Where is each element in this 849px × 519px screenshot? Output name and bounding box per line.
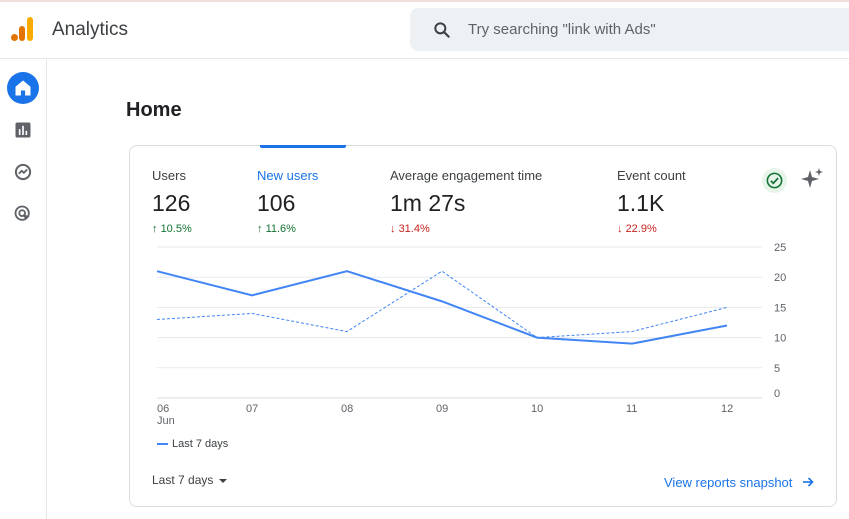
metric-users[interactable]: Users 126 ↑ 10.5%: [152, 168, 192, 235]
data-quality-button[interactable]: [762, 168, 787, 193]
search-placeholder[interactable]: Try searching "link with Ads": [468, 21, 656, 38]
metric-value: 106: [257, 190, 296, 216]
arrow-up-icon: ↑: [257, 223, 263, 235]
series-line-previous: [156, 270, 728, 339]
arrow-right-icon: [803, 477, 814, 487]
nav-reports[interactable]: [7, 114, 39, 146]
x-tick-label: 06: [157, 403, 169, 415]
legend-label: Last 7 days: [172, 438, 229, 450]
metric-value: 126: [152, 190, 191, 216]
nav-home[interactable]: [7, 72, 39, 104]
y-tick-label: 20: [774, 272, 786, 284]
advertising-icon: [14, 205, 30, 221]
metric-delta: ↑ 11.6%: [257, 223, 318, 235]
caret-down-icon: [219, 478, 228, 483]
y-tick-label: 10: [774, 333, 786, 345]
x-tick-label: 11: [626, 403, 637, 415]
snapshot-link-label: View reports snapshot: [664, 475, 793, 490]
metric-label: New users: [257, 168, 319, 183]
view-reports-snapshot-link[interactable]: View reports snapshot: [664, 475, 814, 490]
metric-delta-value: 10.5%: [160, 223, 192, 235]
x-tick-label: 07: [246, 403, 258, 415]
y-tick-label: 5: [774, 363, 780, 375]
search-icon: [434, 22, 450, 38]
metric-engagement-time[interactable]: Average engagement time 1m 27s ↓ 31.4%: [390, 168, 542, 235]
metric-delta: ↓ 31.4%: [390, 223, 542, 235]
series-line-last-7-days: [156, 270, 728, 345]
home-icon: [15, 80, 31, 96]
metric-value: 1m 27s: [390, 190, 466, 216]
x-tick-label: 10: [531, 403, 543, 415]
side-navigation: [0, 60, 47, 519]
sparkle-insights-icon[interactable]: [800, 167, 824, 191]
overview-card: Users 126 ↑ 10.5% New users 106 ↑ 11.6% …: [129, 145, 837, 507]
metric-value: 1.1K: [617, 190, 665, 216]
metric-delta-value: 22.9%: [625, 223, 657, 235]
y-tick-label: 15: [774, 302, 786, 314]
app-title: Analytics: [52, 19, 129, 40]
x-tick-label: 09: [436, 403, 448, 415]
metric-new-users[interactable]: New users 106 ↑ 11.6%: [257, 168, 318, 235]
nav-advertising[interactable]: [7, 198, 39, 230]
arrow-down-icon: ↓: [390, 223, 396, 235]
active-metric-indicator: [260, 145, 346, 148]
date-range-dropdown[interactable]: Last 7 days: [152, 473, 228, 487]
analytics-logo-icon[interactable]: [11, 16, 35, 42]
metric-delta-value: 31.4%: [398, 223, 430, 235]
metric-delta-value: 11.6%: [265, 223, 296, 235]
metric-label: Average engagement time: [390, 168, 543, 183]
metric-delta: ↓ 22.9%: [617, 223, 686, 235]
metric-label: Users: [152, 168, 186, 183]
metric-event-count[interactable]: Event count 1.1K ↓ 22.9%: [617, 168, 686, 235]
y-tick-label: 25: [774, 242, 786, 254]
x-tick-sublabel: Jun: [157, 415, 175, 427]
y-tick-label: 0: [774, 388, 780, 400]
arrow-down-icon: ↓: [617, 223, 623, 235]
check-circle-icon: [766, 172, 783, 189]
main-content: Home Users 126 ↑ 10.5% New users 106 ↑ 1…: [48, 60, 849, 519]
arrow-up-icon: ↑: [152, 223, 158, 235]
x-tick-label: 08: [341, 403, 353, 415]
legend-swatch: [157, 443, 168, 446]
top-bar: Analytics Try searching "link with Ads": [0, 2, 849, 59]
page-title: Home: [126, 99, 182, 121]
explore-icon: [14, 163, 32, 181]
metric-delta: ↑ 10.5%: [152, 223, 192, 235]
chart-legend: Last 7 days: [157, 438, 228, 450]
date-range-label: Last 7 days: [152, 473, 214, 487]
nav-explore[interactable]: [7, 156, 39, 188]
search-bar[interactable]: Try searching "link with Ads": [410, 8, 849, 51]
metric-label: Event count: [617, 168, 686, 183]
x-tick-label: 12: [721, 403, 733, 415]
reports-icon: [15, 122, 31, 138]
